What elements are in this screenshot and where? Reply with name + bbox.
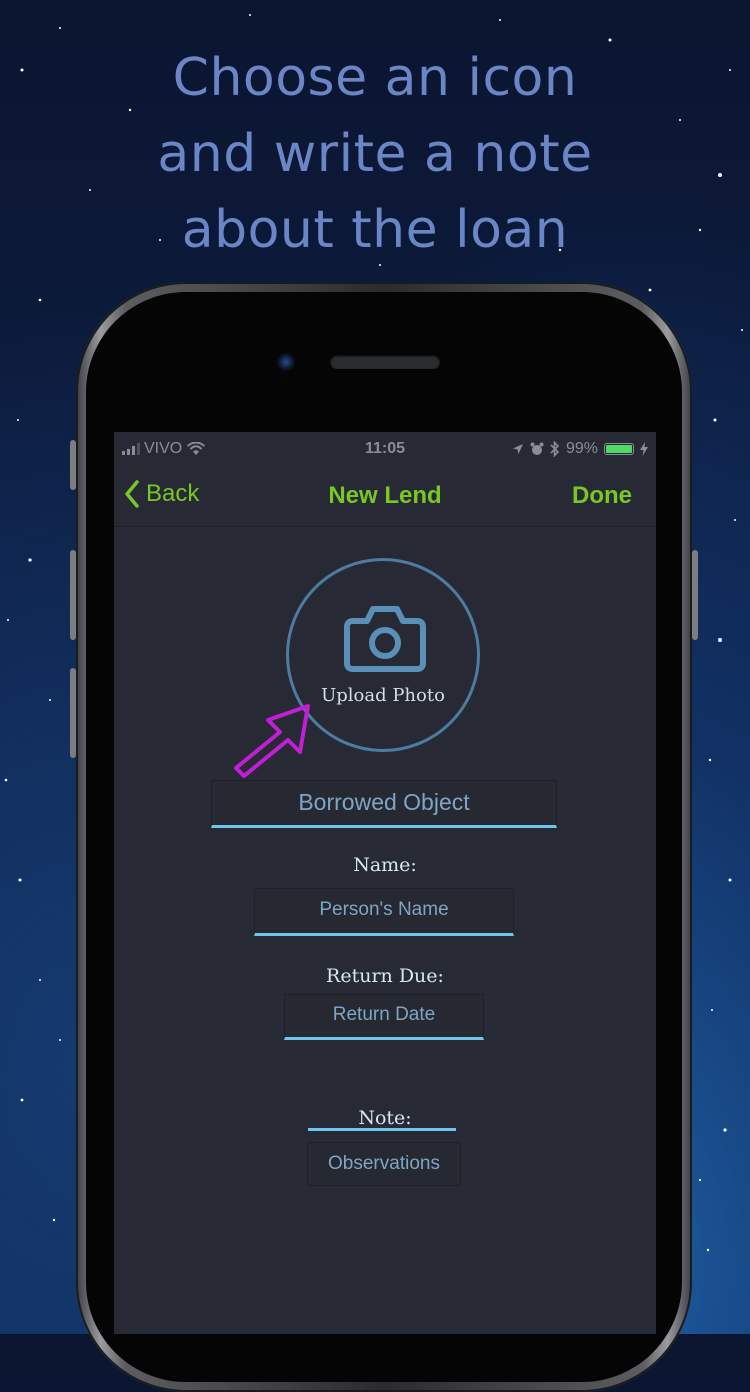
navigation-bar: Back New Lend Done	[114, 466, 656, 527]
borrowed-object-field[interactable]: Borrowed Object	[211, 780, 557, 828]
app-screen: VIVO 11:05 99% Back New Lend Done Upload…	[114, 432, 656, 1334]
phone-power-button	[692, 550, 698, 640]
borrowed-object-placeholder: Borrowed Object	[298, 789, 470, 815]
battery-icon	[604, 443, 634, 455]
battery-percent: 99%	[565, 440, 598, 457]
return-date-placeholder: Return Date	[332, 1004, 436, 1025]
person-name-placeholder: Person's Name	[319, 899, 449, 920]
headline-line-3: about the loan	[181, 200, 569, 260]
observations-field[interactable]: Observations	[307, 1142, 461, 1186]
charging-icon	[640, 442, 648, 456]
status-right: 99%	[512, 440, 648, 458]
status-bar: VIVO 11:05 99%	[114, 432, 656, 466]
note-label: Note:	[358, 1107, 412, 1129]
note-underline	[308, 1128, 456, 1131]
pointer-arrow-icon	[234, 704, 310, 778]
bluetooth-icon	[550, 441, 560, 457]
done-button[interactable]: Done	[572, 482, 632, 510]
camera-icon	[344, 606, 426, 672]
name-label: Name:	[353, 854, 417, 876]
headline-line-2: and write a note	[157, 124, 593, 184]
front-camera	[277, 353, 295, 371]
observations-placeholder: Observations	[328, 1153, 440, 1174]
alarm-icon	[530, 442, 544, 455]
location-icon	[512, 444, 523, 454]
earpiece-speaker	[330, 355, 440, 369]
person-name-field[interactable]: Person's Name	[254, 888, 514, 936]
headline-line-1: Choose an icon	[172, 48, 578, 108]
headline: Choose an icon and write a note about th…	[0, 40, 750, 268]
return-date-field[interactable]: Return Date	[284, 994, 484, 1040]
return-due-label: Return Due:	[326, 965, 444, 987]
